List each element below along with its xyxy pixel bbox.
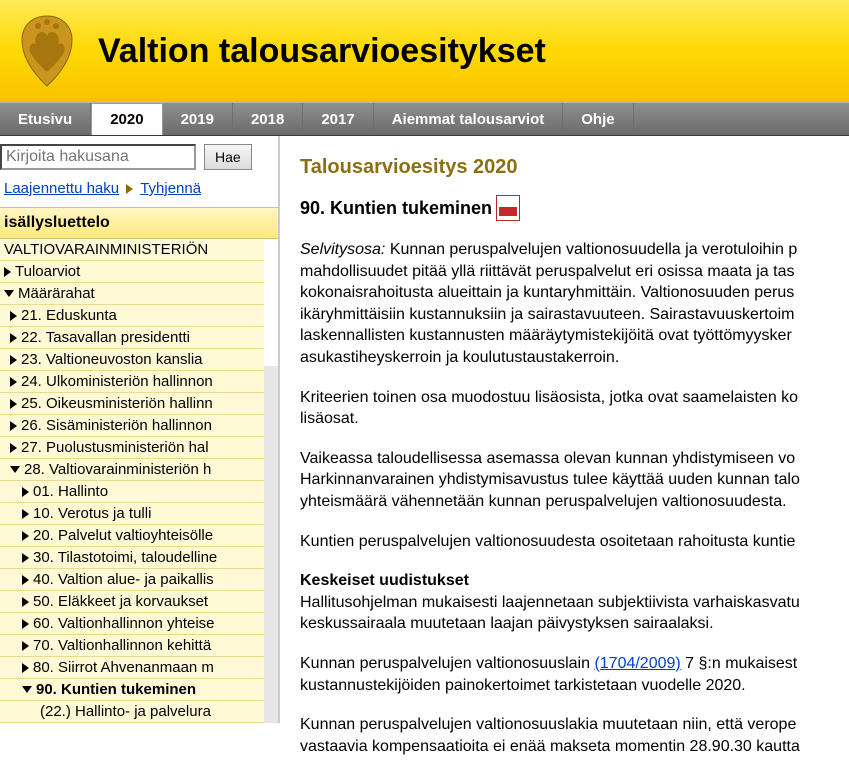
toc-item[interactable]: 60. Valtionhallinnon yhteise (0, 613, 264, 635)
toc-item[interactable]: 01. Hallinto (0, 481, 264, 503)
law-link[interactable]: (1704/2009) (594, 655, 680, 672)
nav-tab[interactable]: 2019 (163, 103, 233, 135)
chevron-right-icon (10, 333, 17, 343)
site-title: Valtion talousarvioesitykset (98, 32, 546, 71)
clear-search-link[interactable]: Tyhjennä (140, 180, 201, 197)
toc-item-label: 90. Kuntien tukeminen (36, 681, 196, 698)
chevron-right-icon (10, 377, 17, 387)
toc-item[interactable]: 23. Valtioneuvoston kanslia (0, 349, 264, 371)
chevron-right-icon (126, 184, 133, 194)
toc-item-label: (22.) Hallinto- ja palvelura (40, 703, 211, 720)
toc-item-label: 40. Valtion alue- ja paikallis (33, 571, 214, 588)
chevron-right-icon (4, 267, 11, 277)
chevron-right-icon (22, 663, 29, 673)
scrollbar[interactable] (264, 366, 278, 723)
toc-item[interactable]: (22.) Hallinto- ja palvelura (0, 701, 264, 723)
chevron-right-icon (10, 311, 17, 321)
toc-tree: VALTIOVARAINMINISTERIÖN Tuloarviot Määrära… (0, 239, 278, 723)
chevron-right-icon (22, 619, 29, 629)
toc-header: isällysluettelo (0, 207, 278, 239)
search-input[interactable] (0, 144, 196, 170)
advanced-search-link[interactable]: Laajennettu haku (4, 180, 119, 197)
chevron-down-icon (22, 686, 32, 693)
paragraph: Selvitysosa: Kunnan peruspalvelujen valt… (300, 239, 840, 369)
toc-item-label: VALTIOVARAINMINISTERIÖN (4, 241, 208, 258)
toc-item[interactable]: 40. Valtion alue- ja paikallis (0, 569, 264, 591)
chevron-right-icon (22, 509, 29, 519)
toc-item-label: 25. Oikeusministeriön hallinn (21, 395, 213, 412)
toc-item[interactable]: 26. Sisäministeriön hallinnon (0, 415, 264, 437)
toc-item-label: 01. Hallinto (33, 483, 108, 500)
site-banner: Valtion talousarvioesitykset (0, 0, 849, 102)
advanced-search-row: Laajennettu haku Tyhjennä (0, 174, 278, 207)
lion-crest-logo (12, 12, 82, 90)
toc-item[interactable]: 28. Valtiovarainministeriön h (0, 459, 264, 481)
toc-item[interactable]: Tuloarviot (0, 261, 264, 283)
toc-item-label: 50. Eläkkeet ja korvaukset (33, 593, 208, 610)
toc-item-label: 20. Palvelut valtioyhteisölle (33, 527, 213, 544)
toc-item[interactable]: 70. Valtionhallinnon kehittä (0, 635, 264, 657)
paragraph: Kriteerien toinen osa muodostuu lisäosis… (300, 387, 840, 430)
nav-tab[interactable]: Etusivu (0, 103, 91, 135)
toc-item-label: 27. Puolustusministeriön hal (21, 439, 209, 456)
nav-tab[interactable]: Ohje (563, 103, 633, 135)
section-heading: 90. Kuntien tukeminen (300, 195, 840, 221)
toc-item-label: 23. Valtioneuvoston kanslia (21, 351, 203, 368)
toc-item[interactable]: 25. Oikeusministeriön hallinn (0, 393, 264, 415)
chevron-right-icon (22, 553, 29, 563)
toc-item[interactable]: VALTIOVARAINMINISTERIÖN (0, 239, 264, 261)
toc-item-label: 70. Valtionhallinnon kehittä (33, 637, 211, 654)
chevron-right-icon (10, 355, 17, 365)
toc-item[interactable]: 50. Eläkkeet ja korvaukset (0, 591, 264, 613)
toc-item-label: 30. Tilastotoimi, taloudelline (33, 549, 217, 566)
pdf-icon[interactable] (496, 195, 520, 221)
chevron-right-icon (10, 421, 17, 431)
toc-item-label: 22. Tasavallan presidentti (21, 329, 190, 346)
nav-tab[interactable]: 2020 (91, 103, 162, 135)
toc-item[interactable]: Määrärahat (0, 283, 264, 305)
toc-item-label: 21. Eduskunta (21, 307, 117, 324)
chevron-right-icon (22, 575, 29, 585)
nav-tab[interactable]: 2018 (233, 103, 303, 135)
toc-item[interactable]: 20. Palvelut valtioyhteisölle (0, 525, 264, 547)
paragraph: Kuntien peruspalvelujen valtionosuudesta… (300, 531, 840, 553)
nav-tab[interactable]: Aiemmat talousarviot (374, 103, 564, 135)
toc-item-label: 80. Siirrot Ahvenanmaan m (33, 659, 214, 676)
toc-item[interactable]: 30. Tilastotoimi, taloudelline (0, 547, 264, 569)
toc-item-label: Tuloarviot (15, 263, 80, 280)
paragraph: Kunnan peruspalvelujen valtionosuuslain … (300, 653, 840, 696)
paragraph: Keskeiset uudistukset Hallitusohjelman m… (300, 570, 840, 635)
chevron-right-icon (10, 443, 17, 453)
toc-item[interactable]: 90. Kuntien tukeminen (0, 679, 264, 701)
toc-item[interactable]: 80. Siirrot Ahvenanmaan m (0, 657, 264, 679)
toc-item[interactable]: 27. Puolustusministeriön hal (0, 437, 264, 459)
toc-item[interactable]: 22. Tasavallan presidentti (0, 327, 264, 349)
chevron-right-icon (22, 641, 29, 651)
toc-item-label: 28. Valtiovarainministeriön h (24, 461, 211, 478)
nav-tab[interactable]: 2017 (303, 103, 373, 135)
toc-item[interactable]: 24. Ulkoministeriön hallinnon (0, 371, 264, 393)
chevron-right-icon (22, 597, 29, 607)
sidebar: Hae Laajennettu haku Tyhjennä isällyslue… (0, 136, 280, 723)
toc-item-label: 26. Sisäministeriön hallinnon (21, 417, 212, 434)
main-nav: Etusivu2020201920182017Aiemmat talousarv… (0, 102, 849, 136)
page-title: Talousarvioesitys 2020 (300, 154, 840, 181)
paragraph: Vaikeassa taloudellisessa asemassa oleva… (300, 448, 840, 513)
toc-item-label: 60. Valtionhallinnon yhteise (33, 615, 215, 632)
toc-item-label: 24. Ulkoministeriön hallinnon (21, 373, 213, 390)
toc-item-label: Määrärahat (18, 285, 95, 302)
chevron-right-icon (22, 531, 29, 541)
toc-item[interactable]: 10. Verotus ja tulli (0, 503, 264, 525)
chevron-right-icon (22, 487, 29, 497)
toc-item-label: 10. Verotus ja tulli (33, 505, 151, 522)
toc-item[interactable]: 21. Eduskunta (0, 305, 264, 327)
chevron-down-icon (4, 290, 14, 297)
search-button[interactable]: Hae (204, 144, 252, 170)
paragraph: Kunnan peruspalvelujen valtionosuuslakia… (300, 714, 840, 757)
main-content: Talousarvioesitys 2020 90. Kuntien tukem… (280, 136, 840, 775)
search-row: Hae (0, 136, 278, 174)
chevron-right-icon (10, 399, 17, 409)
chevron-down-icon (10, 466, 20, 473)
